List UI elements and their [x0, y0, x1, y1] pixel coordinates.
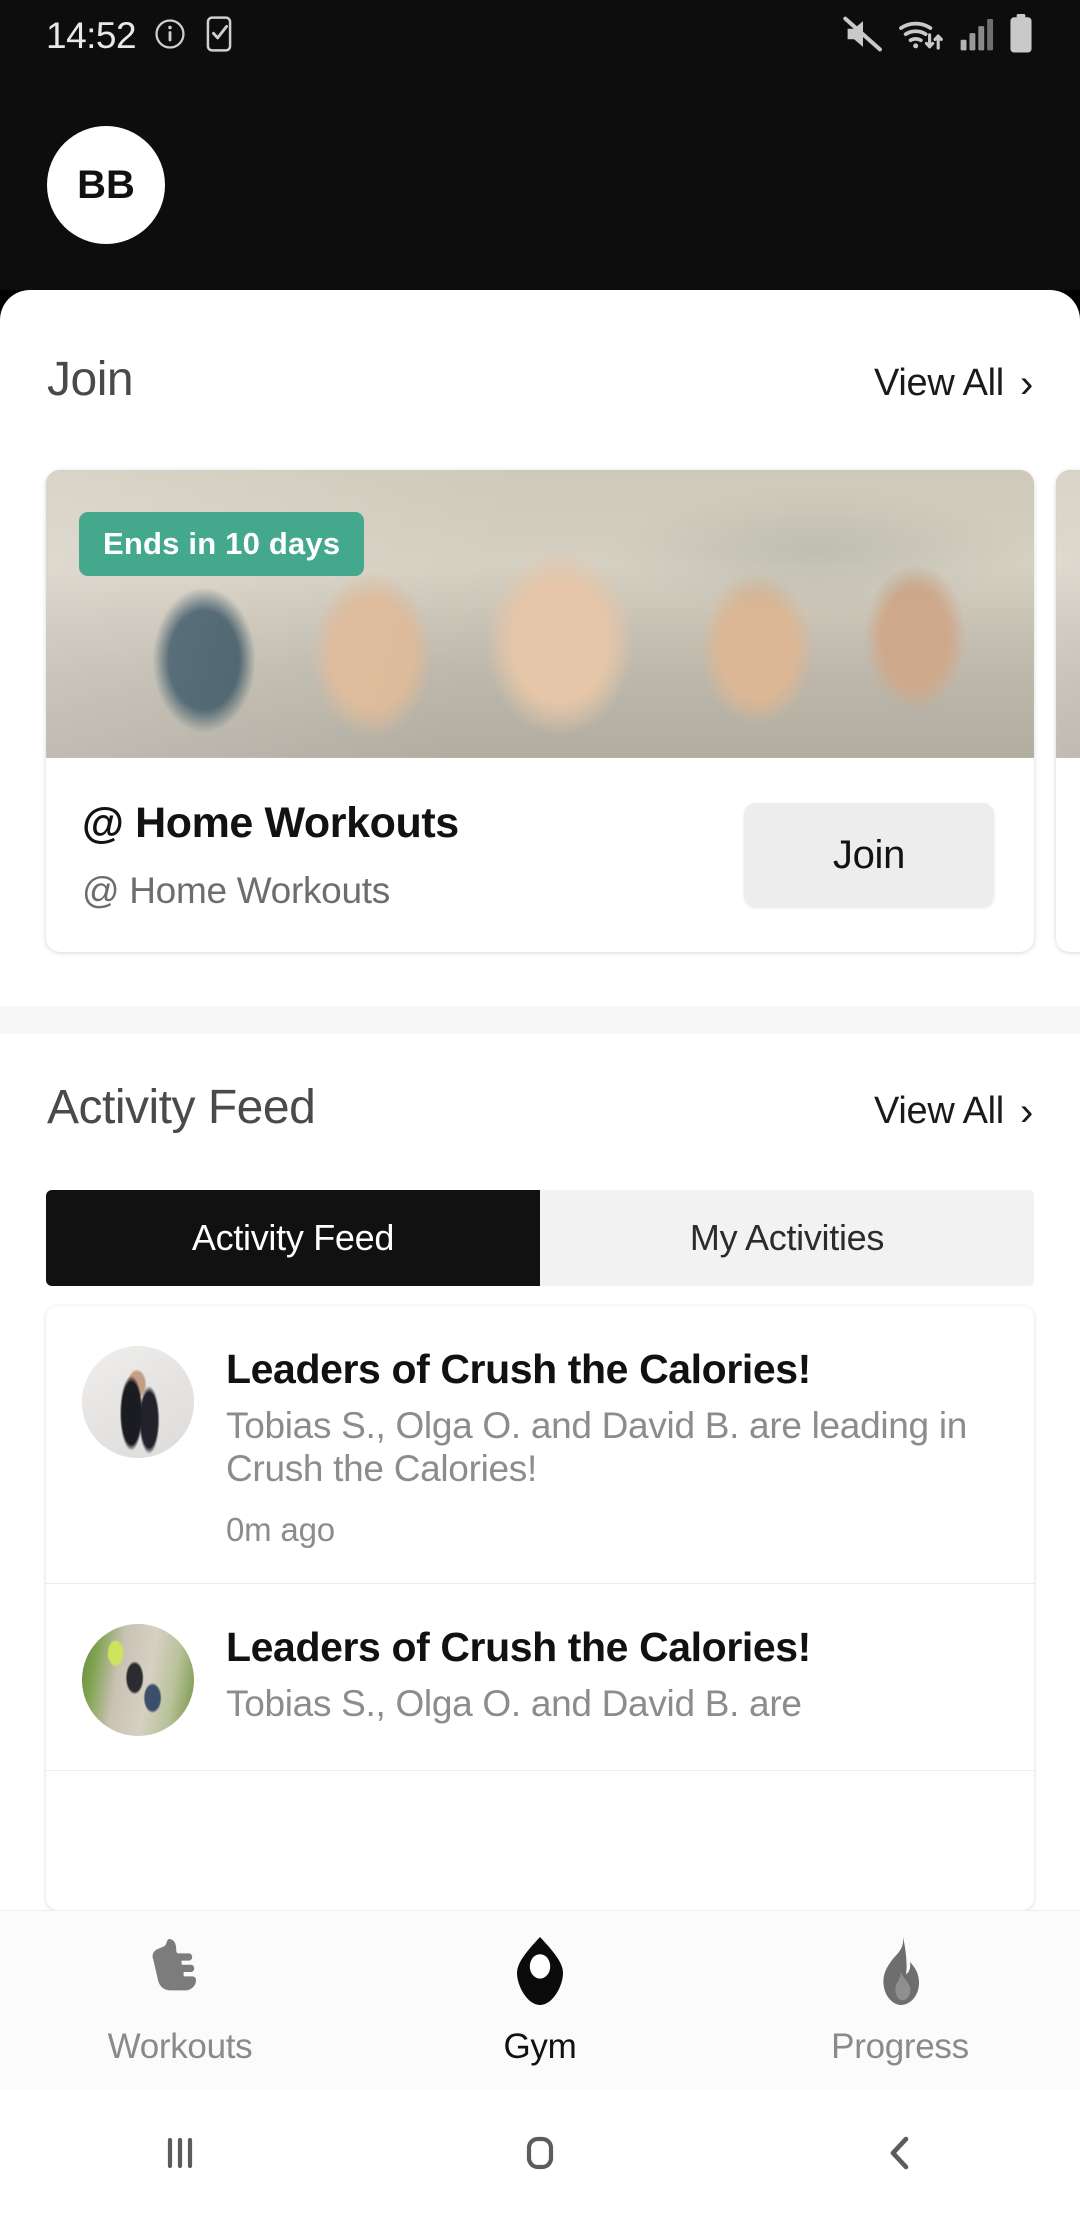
android-navigation-bar: [0, 2090, 1080, 2220]
activity-view-all-label: View All: [873, 1090, 1004, 1132]
back-icon: [873, 2126, 927, 2185]
challenge-title: @ Home Workouts: [82, 798, 459, 847]
shoe-icon: [142, 1934, 218, 2013]
list-item-body: Tobias S., Olga O. and David B. are: [226, 1682, 802, 1724]
avatar: [82, 1346, 194, 1458]
avatar: [82, 1623, 194, 1736]
flame-icon: [865, 1934, 935, 2013]
back-button[interactable]: [720, 2126, 1080, 2185]
status-time: 14:52: [46, 15, 137, 56]
chevron-right-icon: ›: [1019, 361, 1033, 406]
nav-label-workouts: Workouts: [107, 2027, 253, 2066]
status-bar: 14:52: [0, 0, 1080, 72]
nav-label-progress: Progress: [831, 2027, 969, 2066]
list-item-body: Tobias S., Olga O. and David B. are lead…: [226, 1405, 968, 1489]
join-button[interactable]: Join: [744, 803, 994, 907]
activity-feed-list[interactable]: Leaders of Crush the Calories! Tobias S.…: [46, 1306, 1034, 1910]
avatar[interactable]: BB: [47, 126, 165, 244]
list-item-text: Leaders of Crush the Calories! Tobias S.…: [226, 1624, 811, 1736]
challenge-card[interactable]: Ends in 10 days @ Home Workouts @ Home W…: [46, 470, 1034, 952]
challenge-card-image: Ends in 10 days: [1056, 470, 1080, 758]
join-section-header: Join View All ›: [0, 352, 1080, 407]
nav-item-gym[interactable]: Gym: [360, 1934, 720, 2067]
join-section-title: Join: [47, 353, 134, 406]
challenge-card-body: @ Home Workouts @ Home Workouts Join: [1056, 758, 1080, 952]
home-icon: [513, 2126, 567, 2185]
section-divider: [0, 1006, 1080, 1034]
avatar-initials: BB: [77, 162, 135, 207]
list-item-title: Leaders of Crush the Calories!: [226, 1346, 811, 1392]
group-runners-photo: [1056, 470, 1080, 758]
activity-section-header: Activity Feed View All ›: [0, 1080, 1080, 1135]
list-item[interactable]: Leaders of Crush the Calories! Tobias S.…: [46, 1584, 1034, 1771]
challenge-card-image: Ends in 10 days: [46, 470, 1034, 758]
list-item-text: Leaders of Crush the Calories! Tobias S.…: [226, 1346, 998, 1549]
recents-icon: [153, 2126, 207, 2185]
wifi-icon: [896, 15, 946, 58]
join-view-all-button[interactable]: View All ›: [874, 362, 1033, 405]
nav-label-gym: Gym: [503, 2027, 577, 2066]
tab-my-activities[interactable]: My Activities: [540, 1190, 1034, 1286]
tab-activity-feed[interactable]: Activity Feed: [46, 1190, 540, 1286]
battery-icon: [1008, 13, 1034, 59]
cellular-signal-icon: [959, 16, 995, 57]
app-header: BB: [0, 72, 1080, 290]
home-button[interactable]: [360, 2126, 720, 2185]
challenge-card[interactable]: Ends in 10 days @ Home Workouts @ Home W…: [1056, 470, 1080, 952]
activity-tabs: Activity Feed My Activities: [46, 1190, 1034, 1286]
nav-item-progress[interactable]: Progress: [720, 1934, 1080, 2067]
nav-item-workouts[interactable]: Workouts: [0, 1934, 360, 2067]
status-bar-left: 14:52: [46, 15, 234, 57]
bottom-navigation: Workouts Gym Progress: [0, 1910, 1080, 2090]
join-view-all-label: View All: [873, 362, 1004, 404]
challenge-card-body: @ Home Workouts @ Home Workouts Join: [46, 758, 1034, 952]
challenge-subtitle: @ Home Workouts: [82, 869, 390, 911]
activity-section-title: Activity Feed: [47, 1081, 316, 1134]
list-item[interactable]: Leaders of Crush the Calories! Tobias S.…: [46, 1306, 1034, 1584]
join-carousel[interactable]: Ends in 10 days @ Home Workouts @ Home W…: [0, 470, 1080, 960]
gym-marker-icon: [507, 1934, 573, 2013]
yoga-pose-photo: [82, 1346, 194, 1458]
status-bar-right: [843, 13, 1034, 59]
mute-icon: [843, 15, 883, 58]
status-badge: Ends in 10 days: [79, 512, 365, 576]
recents-button[interactable]: [0, 2126, 360, 2185]
info-icon: [153, 17, 187, 56]
road-runners-photo: [82, 1623, 194, 1736]
list-item-title: Leaders of Crush the Calories!: [226, 1623, 811, 1670]
activity-view-all-button[interactable]: View All ›: [874, 1090, 1033, 1133]
list-item-timestamp: 0m ago: [226, 1510, 335, 1548]
challenge-card-text: @ Home Workouts @ Home Workouts: [82, 799, 459, 912]
task-check-icon: [204, 15, 234, 57]
content-sheet: Join View All › Ends in 10 days @ Home W…: [0, 290, 1080, 1910]
chevron-right-icon: ›: [1019, 1089, 1033, 1134]
